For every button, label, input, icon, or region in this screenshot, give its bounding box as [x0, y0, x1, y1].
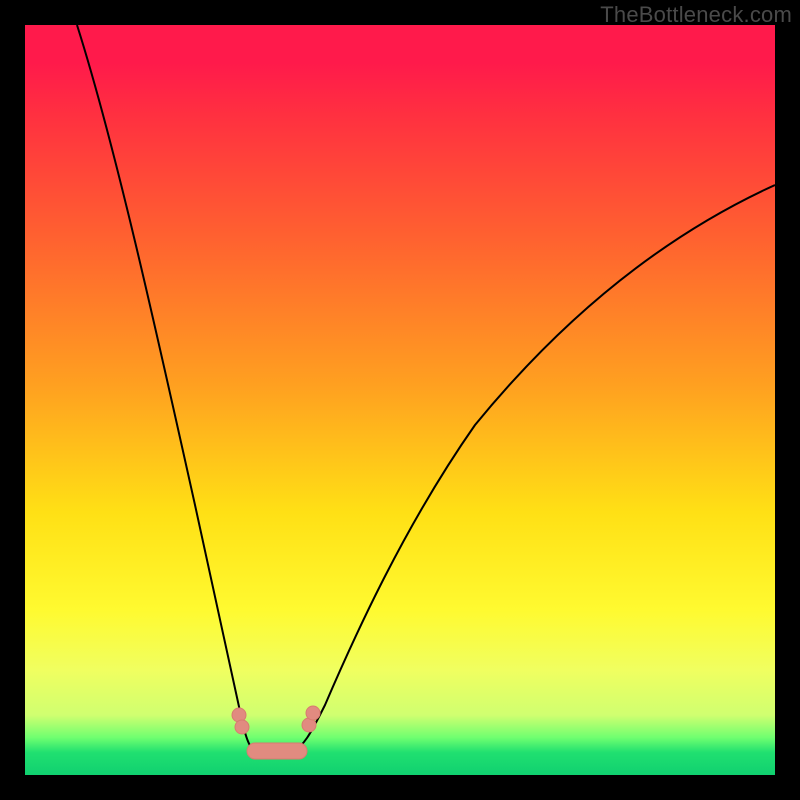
curve-left-branch — [77, 25, 257, 751]
chart-svg — [25, 25, 775, 775]
valley-marker-capsule — [247, 743, 307, 759]
marker-dot — [235, 720, 249, 734]
watermark-text: TheBottleneck.com — [600, 2, 792, 28]
marker-dot — [306, 706, 320, 720]
curve-right-branch — [293, 185, 775, 751]
chart-plot-area — [25, 25, 775, 775]
